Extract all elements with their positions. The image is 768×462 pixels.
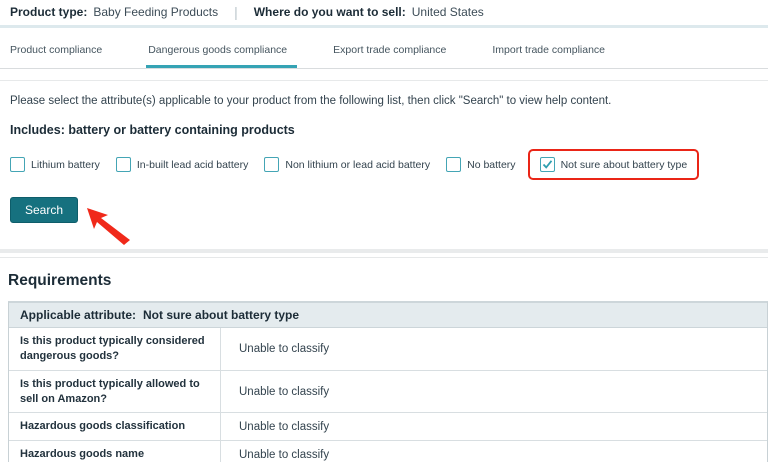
topbar-separator: |: [234, 4, 238, 20]
product-type-label: Product type:: [10, 5, 87, 19]
table-row: Hazardous goods name Unable to classify: [9, 441, 767, 462]
marketplace-value: United States: [412, 5, 484, 19]
checkbox-label: Lithium battery: [31, 159, 100, 171]
context-bar: Product type: Baby Feeding Products | Wh…: [0, 0, 768, 28]
tab-export-trade-compliance[interactable]: Export trade compliance: [331, 44, 456, 68]
attribute-group-heading: Includes: battery or battery containing …: [10, 123, 758, 137]
checkbox[interactable]: [10, 157, 25, 172]
checkbox-label: Non lithium or lead acid battery: [285, 159, 430, 171]
row-value: Unable to classify: [239, 421, 329, 433]
row-value: Unable to classify: [239, 449, 329, 461]
row-label: Is this product typically considered dan…: [9, 328, 221, 370]
applicable-attribute-label: Applicable attribute:: [20, 308, 136, 322]
instruction-text: Please select the attribute(s) applicabl…: [10, 95, 758, 107]
compliance-tabs: Product compliance Dangerous goods compl…: [0, 28, 768, 69]
checkbox-lithium-battery[interactable]: Lithium battery: [10, 157, 100, 172]
row-label: Hazardous goods name: [9, 441, 221, 462]
checkbox[interactable]: [540, 157, 555, 172]
applicable-attribute-value: Not sure about battery type: [143, 308, 299, 322]
annotation-arrow-icon: [84, 205, 132, 245]
row-value: Unable to classify: [239, 386, 329, 398]
requirements-title: Requirements: [8, 272, 768, 290]
attribute-selection-panel: Please select the attribute(s) applicabl…: [0, 81, 768, 243]
checkbox-non-lithium-lead-acid[interactable]: Non lithium or lead acid battery: [264, 157, 430, 172]
checkbox-label: No battery: [467, 159, 515, 171]
annotation-box-battery-type: Not sure about battery type: [528, 149, 700, 180]
tab-import-trade-compliance[interactable]: Import trade compliance: [490, 44, 615, 68]
checkbox-no-battery[interactable]: No battery: [446, 157, 515, 172]
table-header-row: Applicable attribute: Not sure about bat…: [9, 303, 767, 328]
section-hairline: [0, 69, 768, 81]
check-icon: [542, 159, 553, 170]
checkbox-inbuilt-lead-acid[interactable]: In-built lead acid battery: [116, 157, 248, 172]
marketplace-label: Where do you want to sell:: [254, 5, 406, 19]
checkbox-label: Not sure about battery type: [561, 159, 688, 171]
tab-dangerous-goods-compliance[interactable]: Dangerous goods compliance: [146, 44, 297, 68]
row-label: Is this product typically allowed to sel…: [9, 371, 221, 413]
checkbox[interactable]: [116, 157, 131, 172]
checkbox-label: In-built lead acid battery: [137, 159, 248, 171]
product-type-value: Baby Feeding Products: [93, 5, 218, 19]
table-row: Is this product typically allowed to sel…: [9, 371, 767, 414]
search-button[interactable]: Search: [10, 197, 78, 223]
marketplace: Where do you want to sell: United States: [254, 5, 484, 19]
search-row: Search: [10, 197, 758, 243]
requirements-table: Applicable attribute: Not sure about bat…: [8, 301, 768, 462]
checkbox[interactable]: [264, 157, 279, 172]
table-row: Is this product typically considered dan…: [9, 328, 767, 371]
row-value: Unable to classify: [239, 343, 329, 355]
battery-checkbox-row: Lithium battery In-built lead acid batte…: [10, 149, 758, 180]
table-row: Hazardous goods classification Unable to…: [9, 413, 767, 441]
checkbox-not-sure-battery-type[interactable]: Not sure about battery type: [540, 157, 688, 172]
product-type: Product type: Baby Feeding Products: [10, 5, 218, 19]
tab-product-compliance[interactable]: Product compliance: [8, 44, 112, 68]
row-label: Hazardous goods classification: [9, 413, 221, 440]
checkbox[interactable]: [446, 157, 461, 172]
requirements-section: Requirements Applicable attribute: Not s…: [0, 258, 768, 462]
